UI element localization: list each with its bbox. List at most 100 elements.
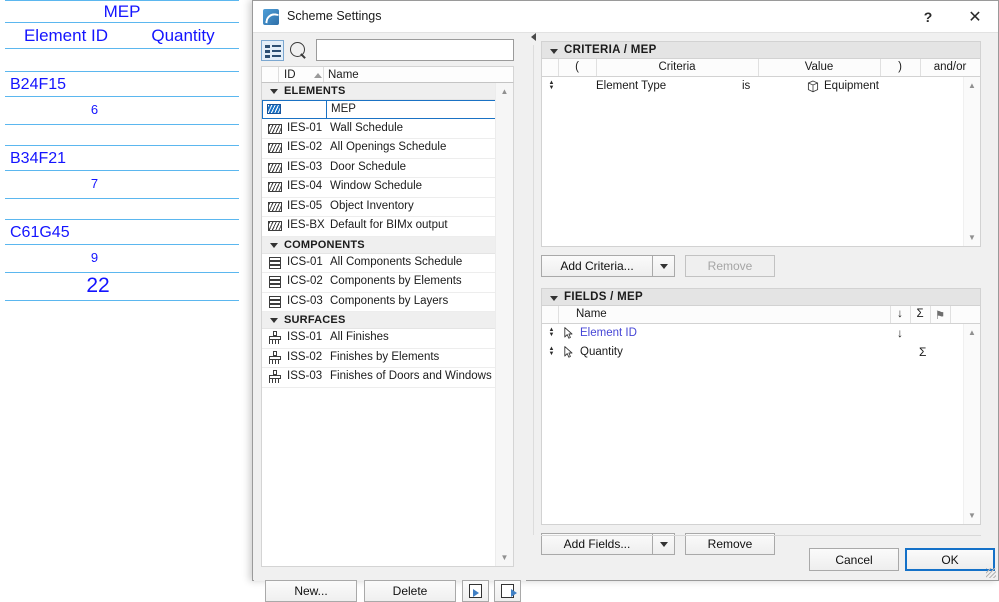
- fields-scrollbar[interactable]: ▲ ▼: [963, 324, 980, 524]
- field-name[interactable]: Quantity: [580, 346, 623, 358]
- search-input[interactable]: [316, 39, 514, 61]
- scheme-list-column: ID Name ELEMENTS MEP IES-01 Wall Schedul…: [254, 33, 526, 602]
- criteria-panel-header[interactable]: CRITERIA / MEP: [541, 41, 981, 59]
- list-item-iss-01[interactable]: ISS-01 All Finishes: [262, 329, 497, 349]
- chevron-down-icon: [550, 296, 558, 301]
- delete-scheme-button[interactable]: Delete: [364, 580, 456, 602]
- list-item-ies-bx[interactable]: IES-BX Default for BIMx output: [262, 217, 497, 237]
- scroll-up-icon[interactable]: ▲: [964, 77, 980, 94]
- fields-row[interactable]: Quantity Σ: [542, 343, 980, 362]
- scroll-down-icon[interactable]: ▼: [964, 229, 980, 246]
- list-header-name[interactable]: Name: [328, 69, 359, 81]
- list-item-ies-02[interactable]: IES-02 All Openings Schedule: [262, 139, 497, 159]
- schedule-column-header-quantity: Quantity: [151, 26, 215, 45]
- list-item-ies-05[interactable]: IES-05 Object Inventory: [262, 197, 497, 217]
- schedule-row-quantity-2: 7: [5, 171, 239, 199]
- list-item-ics-01[interactable]: ICS-01 All Components Schedule: [262, 253, 497, 273]
- ok-button[interactable]: OK: [905, 548, 995, 571]
- list-item-id: ICS-03: [287, 294, 323, 307]
- scroll-up-icon[interactable]: ▲: [496, 83, 513, 100]
- resize-grip[interactable]: [986, 568, 996, 578]
- drag-handle-icon[interactable]: [548, 347, 555, 358]
- drag-handle-icon[interactable]: [548, 81, 555, 92]
- list-item-name: Finishes of Doors and Windows: [330, 370, 492, 382]
- field-sort-marker[interactable]: ↓: [897, 326, 903, 340]
- fields-panel-header[interactable]: FIELDS / MEP: [541, 288, 981, 306]
- list-item-name-input[interactable]: MEP: [331, 103, 356, 115]
- criteria-list[interactable]: Element Type is Equipment ▲ ▼: [541, 77, 981, 247]
- list-header-id[interactable]: ID: [284, 69, 296, 81]
- chevron-down-icon: [659, 541, 668, 547]
- criteria-header-open-paren[interactable]: (: [558, 61, 596, 73]
- schedule-column-header-element-id: Element ID: [23, 26, 109, 45]
- fields-header-name[interactable]: Name: [576, 308, 636, 320]
- list-item-name: All Openings Schedule: [330, 141, 447, 153]
- list-item-id: IES-01: [287, 121, 323, 134]
- drag-handle-icon[interactable]: [548, 328, 555, 339]
- schedule-icon: [268, 201, 282, 212]
- cancel-button[interactable]: Cancel: [809, 548, 899, 571]
- scroll-up-icon[interactable]: ▲: [964, 324, 980, 341]
- scroll-down-icon[interactable]: ▼: [964, 507, 980, 524]
- dialog-titlebar: Scheme Settings ? ✕: [253, 1, 998, 33]
- criteria-header-value[interactable]: Value: [758, 61, 880, 73]
- list-item-name: Components by Elements: [330, 275, 462, 287]
- components-icon: [268, 256, 282, 269]
- list-item-iss-02[interactable]: ISS-02 Finishes by Elements: [262, 348, 497, 368]
- criteria-row[interactable]: Element Type is Equipment: [542, 77, 980, 96]
- field-sum-marker[interactable]: Σ: [919, 345, 926, 359]
- schedule-icon: [268, 162, 282, 173]
- panel-splitter-handle[interactable]: [529, 31, 538, 43]
- add-criteria-button[interactable]: Add Criteria...: [541, 255, 653, 277]
- add-criteria-dropdown-button[interactable]: [653, 255, 675, 277]
- criteria-header-close-paren[interactable]: ): [880, 61, 920, 73]
- schedule-icon: [267, 104, 281, 114]
- criteria-operator[interactable]: is: [742, 80, 750, 92]
- list-item-id: IES-03: [287, 160, 323, 173]
- remove-criteria-button[interactable]: Remove: [685, 255, 775, 277]
- list-group-elements[interactable]: ELEMENTS: [262, 83, 497, 100]
- list-item-ics-03[interactable]: ICS-03 Components by Layers: [262, 292, 497, 312]
- new-scheme-button[interactable]: New...: [265, 580, 357, 602]
- list-item-ies-01[interactable]: IES-01 Wall Schedule: [262, 119, 497, 139]
- scroll-down-icon[interactable]: ▼: [496, 549, 513, 566]
- fields-header-sort[interactable]: ↓: [890, 308, 910, 320]
- fields-header-sum[interactable]: Σ: [910, 308, 930, 320]
- list-item-ies-03[interactable]: IES-03 Door Schedule: [262, 158, 497, 178]
- chevron-down-icon: [659, 263, 668, 269]
- close-icon[interactable]: ✕: [952, 1, 998, 32]
- list-item-id: ICS-01: [287, 255, 323, 268]
- list-group-label: SURFACES: [284, 314, 346, 326]
- criteria-scrollbar[interactable]: ▲ ▼: [963, 77, 980, 246]
- scheme-list-items: ELEMENTS MEP IES-01 Wall Schedule IES-02…: [262, 83, 497, 566]
- criteria-field-name[interactable]: Element Type: [596, 80, 666, 92]
- scheme-list-scrollbar[interactable]: ▲ ▼: [495, 83, 513, 566]
- export-scheme-button[interactable]: [494, 580, 521, 602]
- list-item-iss-03[interactable]: ISS-03 Finishes of Doors and Windows: [262, 368, 497, 388]
- cursor-arrow-icon: [564, 346, 573, 358]
- fields-row[interactable]: Element ID ↓: [542, 324, 980, 343]
- fields-list[interactable]: Element ID ↓ Quantity Σ ▲ ▼: [541, 324, 981, 525]
- list-group-surfaces[interactable]: SURFACES: [262, 312, 497, 329]
- components-icon: [268, 276, 282, 288]
- criteria-header-criteria[interactable]: Criteria: [596, 61, 758, 73]
- criteria-header-andor[interactable]: and/or: [920, 61, 980, 73]
- fields-header-flag-icon[interactable]: ⚑: [930, 308, 950, 322]
- add-fields-dropdown-button[interactable]: [653, 533, 675, 555]
- import-scheme-button[interactable]: [462, 580, 489, 602]
- search-icon[interactable]: [290, 42, 305, 57]
- criteria-value[interactable]: Equipment: [824, 80, 879, 92]
- list-group-components[interactable]: COMPONENTS: [262, 236, 497, 254]
- remove-fields-button[interactable]: Remove: [685, 533, 775, 555]
- field-name[interactable]: Element ID: [580, 327, 637, 339]
- criteria-column-headers: ( Criteria Value ) and/or: [541, 59, 981, 77]
- list-item-name: Default for BIMx output: [330, 219, 448, 231]
- criteria-panel-title: CRITERIA / MEP: [564, 44, 657, 56]
- help-icon[interactable]: ?: [905, 1, 951, 32]
- scheme-list[interactable]: ELEMENTS MEP IES-01 Wall Schedule IES-02…: [261, 83, 514, 567]
- list-item-ies-04[interactable]: IES-04 Window Schedule: [262, 178, 497, 198]
- list-item-editing-mep[interactable]: MEP: [262, 100, 497, 119]
- list-item-ics-02[interactable]: ICS-02 Components by Elements: [262, 273, 497, 293]
- list-view-toggle-icon[interactable]: [261, 40, 284, 61]
- add-fields-button[interactable]: Add Fields...: [541, 533, 653, 555]
